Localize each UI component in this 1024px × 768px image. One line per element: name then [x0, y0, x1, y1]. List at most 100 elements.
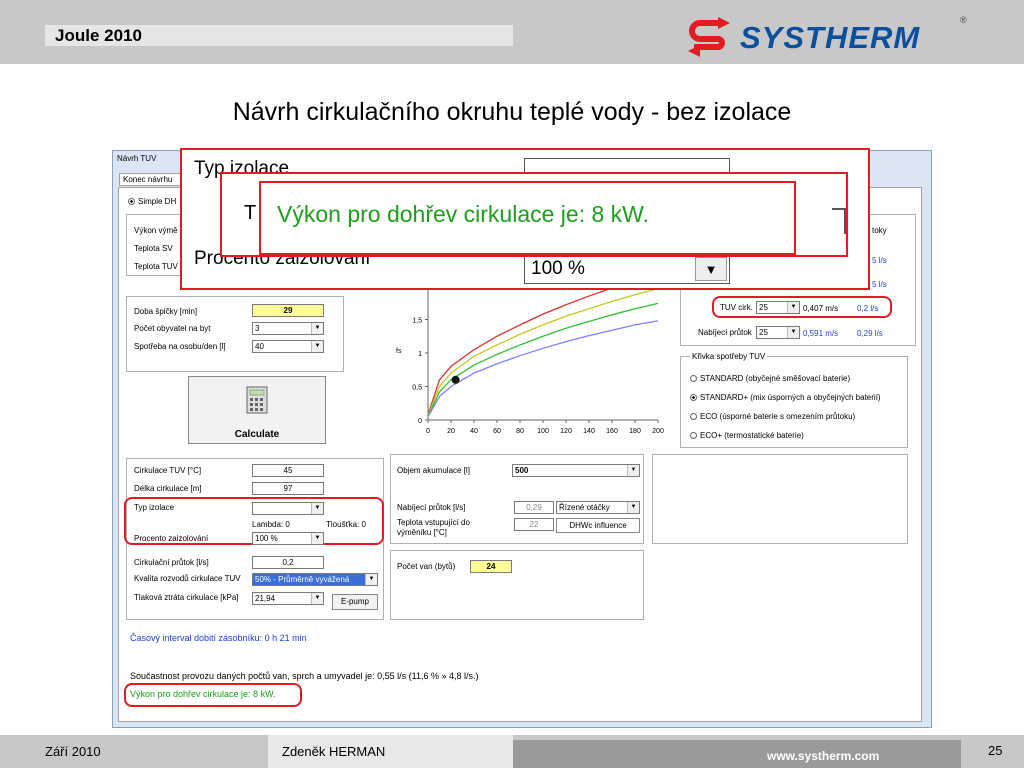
kvalita-value: 50% - Průměrně vyvážená: [255, 575, 350, 584]
doba-input[interactable]: 29: [252, 304, 324, 317]
spotreba-value: 40: [255, 342, 264, 351]
nab-input[interactable]: 0,29: [514, 501, 554, 514]
kvalita-select[interactable]: 50% - Průměrně vyvážená ▼: [252, 573, 378, 586]
radio-selected-icon: [128, 198, 135, 206]
pocet-label: Počet obyvatel na byt: [134, 324, 211, 333]
overlay-vykon: Výkon pro dohřev cirkulace je: 8 kW.: [277, 201, 649, 227]
curve-legend: Křivka spotřeby TUV: [690, 352, 768, 361]
tuv-cirk-label: TUV cirk.: [720, 303, 753, 312]
prutok-input[interactable]: 0,2: [252, 556, 324, 569]
mode-radio[interactable]: Simple DH: [128, 197, 176, 206]
empty-group: [652, 454, 908, 544]
curve-option-label: STANDARD (obyčejné směšovací baterie): [700, 374, 851, 383]
nabijeci-value: 25: [759, 328, 768, 337]
tepl-label-1: Teplota vstupující do: [397, 518, 470, 527]
curve-option[interactable]: ECO (úsporné baterie s omezením průtoku): [690, 412, 855, 421]
nab-label: Nabíjecí průtok [l/s]: [397, 503, 466, 512]
kvalita-label: Kvalita rozvodů cirkulace TUV: [134, 574, 241, 583]
footer-author: Zdeněk HERMAN: [282, 744, 386, 759]
spotreba-select[interactable]: 40 ▼: [252, 340, 324, 353]
chevron-down-icon: ▼: [311, 323, 323, 334]
chevron-down-icon: ▼: [311, 341, 323, 352]
logo-text: SYSTHERM: [740, 20, 921, 55]
cirk-label: Cirkulace TUV [°C]: [134, 466, 202, 475]
radio-icon: [690, 413, 697, 421]
ztrata-value: 21,94: [255, 594, 276, 603]
slide-title: Návrh cirkulačního okruhu teplé vody - b…: [232, 98, 792, 126]
series-line: [427, 302, 659, 417]
overlay-select-value: 100 %: [531, 258, 585, 279]
pocet-select[interactable]: 3 ▼: [252, 322, 324, 335]
page-number: 25: [988, 743, 1003, 758]
x-tick-label: 180: [629, 428, 641, 435]
van-label: Počet van (bytů): [397, 562, 456, 571]
tab-konec-navrhu[interactable]: Konec návrhu: [119, 173, 189, 186]
doba-label: Doba špičky [min]: [134, 307, 198, 316]
typ-izolace-label: Typ izolace: [134, 503, 175, 512]
nab-mode-value: Řízené otáčky: [559, 503, 610, 512]
nabijeci-flow: 0,29 l/s: [857, 329, 883, 338]
flow-value-1: 5 l/s: [872, 256, 887, 265]
systherm-logo-icon: [688, 17, 730, 57]
y-tick-label: 0,5: [412, 385, 422, 392]
x-tick-label: 60: [493, 428, 501, 435]
footer-date: Září 2010: [45, 744, 101, 759]
curve-option-label: ECO+ (termostatické baterie): [700, 431, 804, 440]
flow-value-2: 5 l/s: [872, 280, 887, 289]
objem-select[interactable]: 500 ▼: [512, 464, 640, 477]
window-title: Návrh TUV: [117, 154, 157, 163]
tuv-cirk-select[interactable]: 25 ▼: [756, 301, 800, 314]
overlay-t-letter: T: [244, 202, 257, 224]
tepl-input[interactable]: 22: [514, 518, 554, 531]
prutok-label: Cirkulační průtok [l/s]: [134, 558, 209, 567]
mode-radio-label: Simple DH: [138, 197, 177, 206]
tuv-cirk-speed: 0,407 m/s: [803, 304, 839, 313]
ztrata-label: Tlaková ztráta cirkulace [kPa]: [134, 593, 239, 602]
fs-chart: 02040608010012014016018020000,511,52fs: [396, 282, 664, 435]
chevron-down-icon: ▼: [787, 302, 799, 313]
typ-izolace-select[interactable]: ▼: [252, 502, 324, 515]
x-tick-label: 20: [447, 428, 455, 435]
curve-option[interactable]: STANDARD+ (mix úsporných a obyčejných ba…: [690, 393, 881, 402]
nabijeci-label: Nabíjecí průtok: [698, 328, 752, 337]
cirk-input[interactable]: 45: [252, 464, 324, 477]
interval-status: Časový interval dobití zásobníku: 0 h 21…: [130, 633, 307, 643]
pocet-value: 3: [255, 324, 260, 333]
procento-label: Procento zaizolování: [134, 534, 209, 543]
radio-icon: [690, 375, 697, 383]
procento-value: 100 %: [255, 534, 278, 543]
x-tick-label: 200: [652, 428, 664, 435]
y-axis-label: fs: [396, 348, 402, 355]
vykon-label: Výkon výmě: [134, 226, 178, 235]
operating-point-marker: [451, 375, 460, 384]
tepl-label-2: výměníku [°C]: [397, 528, 447, 537]
radio-icon: [690, 394, 697, 402]
overlay-procento-select[interactable]: 100 % ▼: [524, 254, 730, 284]
epump-button[interactable]: E-pump: [332, 594, 378, 610]
tuv-cirk-value: 25: [759, 303, 768, 312]
procento-select[interactable]: 100 % ▼: [252, 532, 324, 545]
curve-option-label: STANDARD+ (mix úsporných a obyčejných ba…: [700, 393, 881, 402]
ztrata-select[interactable]: 21,94 ▼: [252, 592, 324, 605]
nabijeci-select[interactable]: 25 ▼: [756, 326, 800, 339]
tloustka-text: Tloušťka: 0: [326, 520, 366, 529]
series-line: [427, 288, 659, 416]
soucasnost-status: Součastnost provozu daných počtů van, sp…: [130, 671, 479, 681]
van-input[interactable]: 24: [470, 560, 512, 573]
calculator-icon: [246, 386, 268, 414]
dhwc-button[interactable]: DHWc influence: [556, 518, 640, 533]
objem-label: Objem akumulace [l]: [397, 466, 470, 475]
nab-mode-select[interactable]: Řízené otáčky ▼: [556, 501, 640, 514]
curve-option-label: ECO (úsporné baterie s omezením průtoku): [700, 412, 856, 421]
calculate-label: Calculate: [234, 429, 280, 440]
chevron-down-icon: ▼: [695, 257, 727, 281]
series-line: [427, 320, 659, 417]
chevron-down-icon: ▼: [627, 465, 639, 476]
teplota-sv-label: Teplota SV: [134, 244, 173, 253]
chevron-down-icon: ▼: [311, 593, 323, 604]
curve-option[interactable]: STANDARD (obyčejné směšovací baterie): [690, 374, 850, 383]
bath-group: [390, 550, 644, 620]
delka-input[interactable]: 97: [252, 482, 324, 495]
chevron-down-icon: ▼: [311, 533, 323, 544]
curve-option[interactable]: ECO+ (termostatické baterie): [690, 431, 804, 440]
